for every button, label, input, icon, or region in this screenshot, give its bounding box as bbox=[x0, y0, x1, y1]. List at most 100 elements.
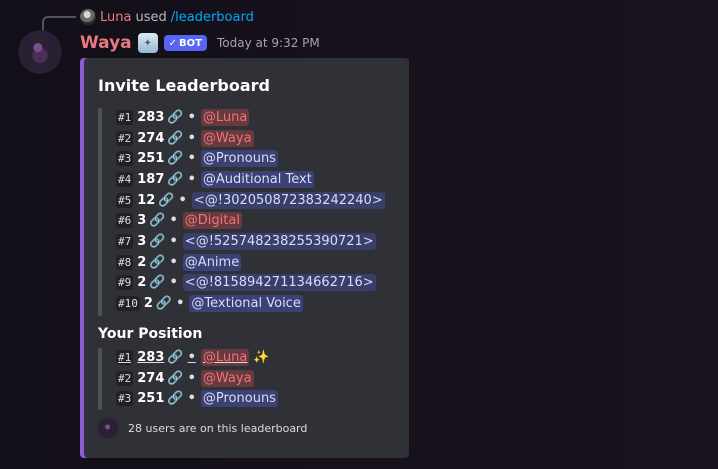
leaderboard-row: #5 12 🔗 • <@!302050872383242240> bbox=[116, 190, 385, 211]
link-icon: 🔗 bbox=[167, 349, 184, 365]
sparkles-icon: ✨ bbox=[253, 349, 270, 365]
link-icon: 🔗 bbox=[167, 130, 184, 146]
separator-dot: • bbox=[187, 370, 196, 386]
timestamp[interactable]: Today at 9:32 PM bbox=[217, 36, 320, 50]
leaderboard-row: #2 274 🔗 • @Waya bbox=[116, 128, 385, 149]
rank-label: #2 bbox=[116, 370, 134, 386]
separator-dot: • bbox=[169, 254, 178, 270]
leaderboard-row: #6 3 🔗 • @Digital bbox=[116, 210, 385, 231]
role-mention[interactable]: @Pronouns bbox=[200, 150, 278, 168]
footer-text: 28 users are on this leaderboard bbox=[128, 421, 308, 435]
bot-badge-label: BOT bbox=[179, 37, 202, 49]
link-icon: 🔗 bbox=[149, 233, 166, 249]
leaderboard-row: #3 251 🔗 • @Pronouns bbox=[116, 148, 385, 169]
separator-dot: • bbox=[187, 171, 196, 187]
user-mention[interactable]: @Luna bbox=[200, 348, 250, 366]
position-row: #3 251 🔗 • @Pronouns bbox=[116, 388, 278, 409]
link-icon: 🔗 bbox=[158, 192, 175, 208]
rank-label: #10 bbox=[116, 296, 140, 312]
separator-dot: • bbox=[176, 296, 185, 312]
reply-header: Luna used /leaderboard bbox=[80, 8, 254, 26]
raw-user-mention[interactable]: <@!525748238255390721> bbox=[182, 232, 376, 250]
separator-dot: • bbox=[178, 192, 187, 208]
leaderboard-row: #1 283 🔗 • @Luna bbox=[116, 107, 385, 128]
user-mention[interactable]: @Digital bbox=[182, 212, 242, 230]
invite-count: 2 bbox=[143, 296, 153, 312]
leaderboard-row: #4 187 🔗 • @Auditional Text bbox=[116, 169, 385, 190]
user-mention[interactable]: @Luna bbox=[200, 108, 250, 126]
bot-avatar[interactable] bbox=[18, 30, 62, 74]
position-quote-bar bbox=[98, 348, 102, 410]
separator-dot: • bbox=[187, 109, 196, 125]
rank-label: #7 bbox=[116, 233, 134, 249]
reply-connector bbox=[42, 16, 76, 32]
reply-used-text: used bbox=[135, 9, 167, 25]
rank-label: #1 bbox=[116, 349, 134, 365]
embed-title: Invite Leaderboard bbox=[98, 76, 270, 95]
rank-label: #9 bbox=[116, 275, 134, 291]
footer-avatar bbox=[98, 418, 118, 438]
raw-user-mention[interactable]: <@!302050872383242240> bbox=[191, 191, 385, 209]
leaderboard-list: #1 283 🔗 • @Luna #2 274 🔗 • @Waya #3 251… bbox=[116, 107, 385, 314]
leaderboard-row: #10 2 🔗 • @Textional Voice bbox=[116, 293, 385, 314]
invite-count: 251 bbox=[137, 391, 165, 407]
separator-dot: • bbox=[187, 391, 196, 407]
message-header: Waya ✦ ✓ BOT Today at 9:32 PM bbox=[80, 31, 320, 55]
separator-dot: • bbox=[187, 130, 196, 146]
bot-badge: ✓ BOT bbox=[163, 35, 207, 51]
raw-user-mention[interactable]: <@!815894271134662716> bbox=[182, 274, 376, 292]
position-list: #1 283 🔗 • @Luna ✨ #2 274 🔗 • @Waya #3 2… bbox=[116, 347, 278, 409]
link-icon: 🔗 bbox=[155, 296, 173, 312]
link-icon: 🔗 bbox=[149, 275, 166, 291]
rank-label: #5 bbox=[116, 192, 134, 208]
user-mention[interactable]: @Waya bbox=[200, 129, 254, 147]
role-mention[interactable]: @Pronouns bbox=[200, 390, 278, 408]
separator-dot: • bbox=[187, 349, 196, 365]
separator-dot: • bbox=[187, 151, 196, 167]
invite-count: 12 bbox=[137, 192, 156, 208]
author-name[interactable]: Waya bbox=[80, 33, 132, 53]
link-icon: 🔗 bbox=[167, 370, 184, 386]
leaderboard-quote-bar bbox=[98, 108, 102, 316]
user-mention[interactable]: @Waya bbox=[200, 369, 254, 387]
link-icon: 🔗 bbox=[149, 213, 166, 229]
rank-label: #1 bbox=[116, 109, 134, 125]
reply-user-name[interactable]: Luna bbox=[100, 10, 131, 25]
link-icon: 🔗 bbox=[167, 171, 184, 187]
rank-label: #3 bbox=[116, 391, 134, 407]
rank-label: #2 bbox=[116, 130, 134, 146]
link-icon: 🔗 bbox=[149, 254, 166, 270]
invite-count: 3 bbox=[137, 233, 147, 249]
rank-label: #6 bbox=[116, 213, 134, 229]
reply-command[interactable]: /leaderboard bbox=[171, 10, 254, 25]
role-mention[interactable]: @Textional Voice bbox=[189, 295, 303, 313]
check-icon: ✓ bbox=[168, 37, 178, 49]
role-mention[interactable]: @Auditional Text bbox=[200, 170, 314, 188]
separator-dot: • bbox=[169, 213, 178, 229]
your-position-title: Your Position bbox=[98, 326, 203, 342]
invite-count: 2 bbox=[137, 254, 147, 270]
leaderboard-row: #7 3 🔗 • <@!525748238255390721> bbox=[116, 231, 385, 252]
reply-user-avatar[interactable] bbox=[80, 9, 96, 25]
link-icon: 🔗 bbox=[167, 391, 184, 407]
embed-footer: 28 users are on this leaderboard bbox=[98, 418, 307, 438]
anime-badge-icon: ✦ bbox=[137, 33, 158, 53]
separator-dot: • bbox=[169, 233, 178, 249]
position-row: #1 283 🔗 • @Luna ✨ bbox=[116, 347, 278, 368]
leaderboard-embed: Invite Leaderboard #1 283 🔗 • @Luna #2 2… bbox=[80, 58, 409, 458]
rank-label: #3 bbox=[116, 151, 134, 167]
separator-dot: • bbox=[169, 275, 178, 291]
rank-label: #8 bbox=[116, 254, 134, 270]
invite-count: 283 bbox=[137, 109, 165, 125]
leaderboard-row: #9 2 🔗 • <@!815894271134662716> bbox=[116, 273, 385, 294]
invite-count: 2 bbox=[137, 275, 147, 291]
link-icon: 🔗 bbox=[167, 151, 184, 167]
invite-count: 251 bbox=[137, 151, 165, 167]
role-mention[interactable]: @Anime bbox=[182, 253, 242, 271]
invite-count: 3 bbox=[137, 213, 147, 229]
invite-count: 187 bbox=[137, 171, 165, 187]
rank-label: #4 bbox=[116, 171, 134, 187]
invite-count: 274 bbox=[137, 370, 165, 386]
link-icon: 🔗 bbox=[167, 109, 184, 125]
invite-count: 274 bbox=[137, 130, 165, 146]
